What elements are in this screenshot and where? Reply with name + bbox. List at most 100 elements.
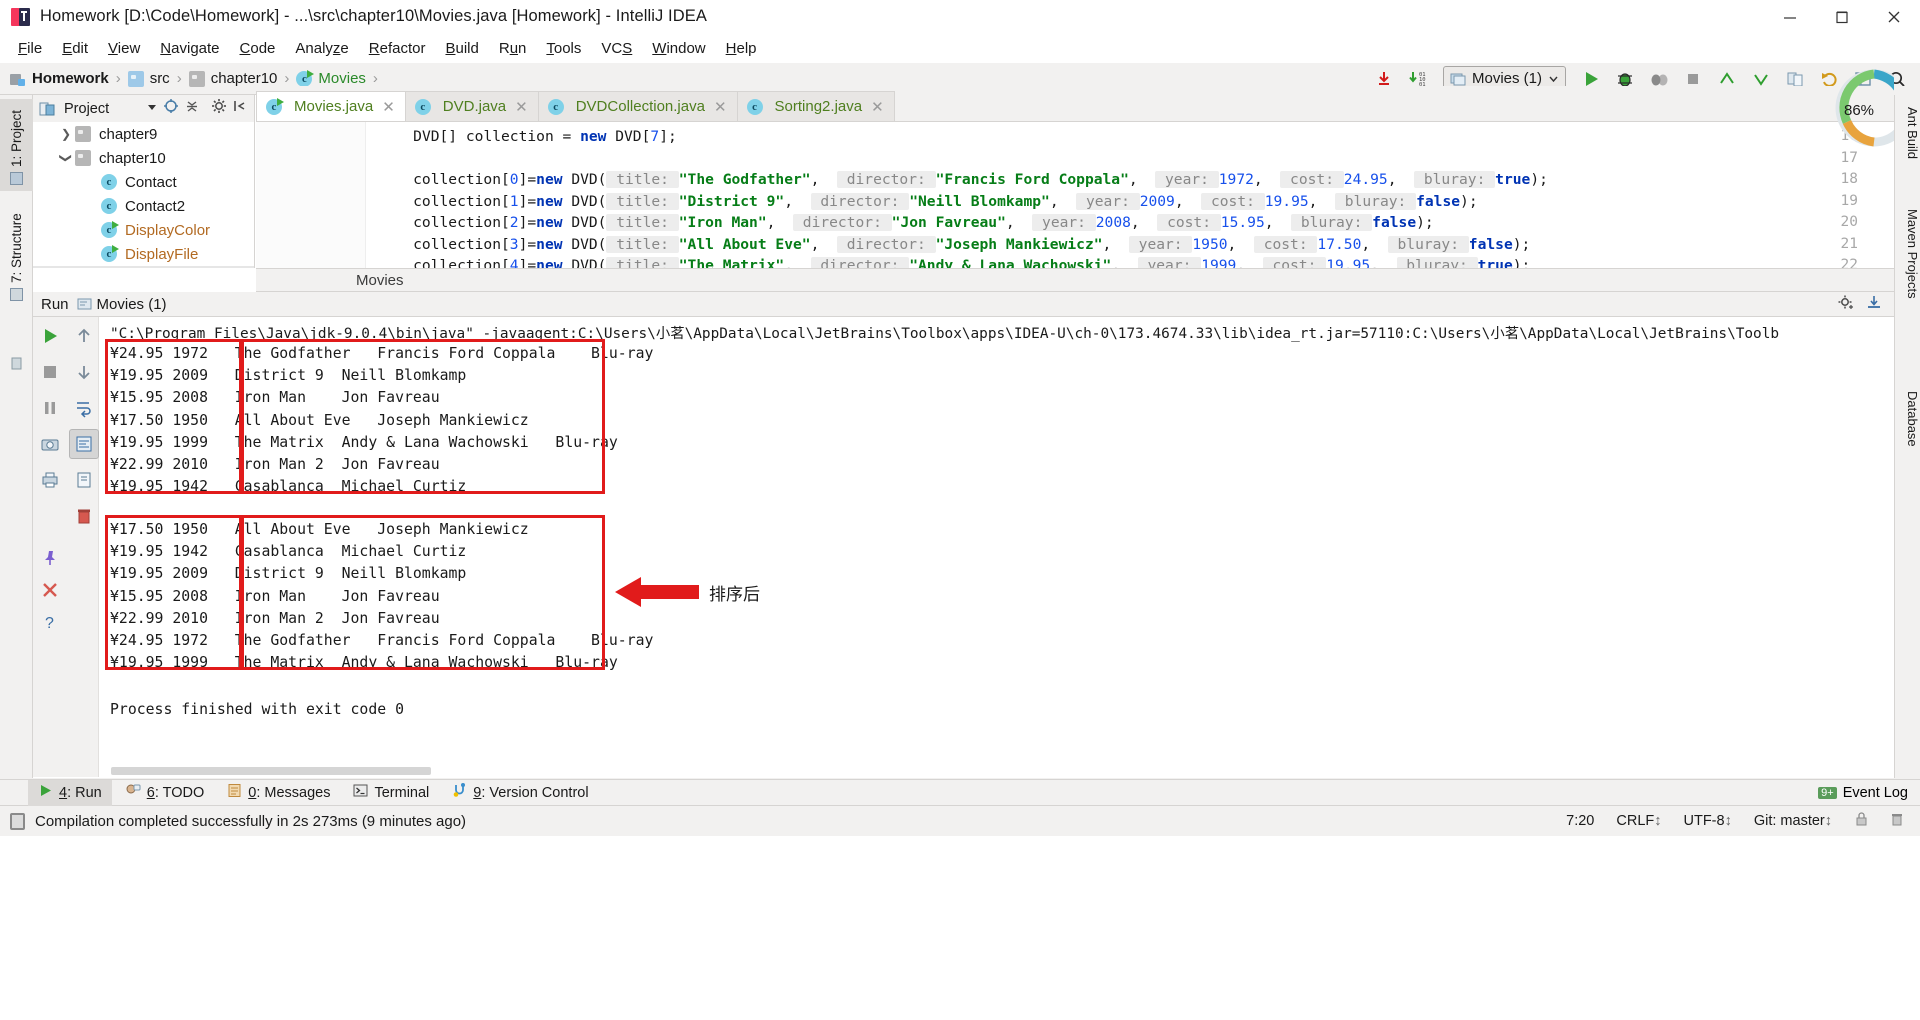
code-editor[interactable]: 16 17 18 19 20 21 22 DVD[] collection = new DV… (256, 122, 1920, 268)
project-tree[interactable]: ❯ chapter9 ❯ chapter10 c Contact c Contact2 c Dis… (33, 122, 255, 268)
chevron-down-icon[interactable]: ❯ (59, 149, 73, 167)
breadcrumb-item-movies[interactable]: c Movies (296, 70, 366, 87)
up-arrow-button[interactable] (69, 321, 99, 351)
menu-item-tools[interactable]: Tools (536, 37, 591, 61)
chevron-right-icon[interactable]: ❯ (57, 127, 75, 141)
soft-wrap-button[interactable] (69, 393, 99, 423)
print-button[interactable] (35, 465, 65, 495)
trash-icon[interactable] (1890, 811, 1904, 831)
folder-icon (75, 126, 91, 142)
bottom-tab-run[interactable]: 4: Run (28, 779, 112, 806)
editor-breadcrumb-label: Movies (356, 271, 404, 289)
file-encoding[interactable]: UTF-8↕ (1684, 813, 1732, 829)
bottom-tab-label: Terminal (374, 784, 430, 801)
tree-item-contact2[interactable]: c Contact2 (33, 194, 254, 218)
tree-item-chapter9[interactable]: ❯ chapter9 (33, 122, 254, 146)
tree-item-contact[interactable]: c Contact (33, 170, 254, 194)
bottom-tab-messages[interactable]: 0: Messages (217, 780, 340, 806)
minimize-button[interactable] (1764, 0, 1816, 34)
breadcrumb-item-src[interactable]: src (127, 70, 170, 87)
run-tab[interactable]: Movies (1) (77, 296, 167, 313)
gear-icon[interactable] (211, 98, 228, 119)
hide-icon[interactable] (1866, 294, 1882, 315)
breadcrumb-label: chapter10 (210, 70, 278, 87)
menu-item-file[interactable]: File (8, 37, 52, 61)
annotation-text: 排序后 (709, 585, 760, 605)
editor-breadcrumb-bar: Movies (256, 268, 1920, 292)
close-icon[interactable]: ✕ (871, 98, 884, 116)
down-arrow-button[interactable] (69, 357, 99, 387)
menu-item-window[interactable]: Window (642, 37, 715, 61)
locate-file-icon[interactable] (163, 98, 179, 119)
menu-item-refactor[interactable]: Refactor (359, 37, 436, 61)
git-branch[interactable]: Git: master↕ (1754, 813, 1832, 829)
stop-button[interactable] (35, 357, 65, 387)
status-bar: Compilation completed successfully in 2s… (0, 806, 1920, 836)
java-class-icon: c (101, 174, 117, 190)
menu-item-code[interactable]: Code (230, 37, 286, 61)
editor-tab-sorting2-java[interactable]: c Sorting2.java ✕ (736, 91, 895, 121)
close-button[interactable] (1868, 0, 1920, 34)
lock-icon[interactable] (1854, 811, 1868, 831)
bottom-tab-label: 4: Run (59, 784, 102, 801)
menu-item-run[interactable]: Run (489, 37, 537, 61)
scrollbar-thumb[interactable] (111, 767, 431, 775)
close-icon[interactable]: ✕ (714, 98, 727, 116)
menu-item-analyze[interactable]: Analyze (285, 37, 358, 61)
menu-item-help[interactable]: Help (716, 37, 767, 61)
caret-position[interactable]: 7:20 (1566, 813, 1594, 829)
editor-tab-dvd-java[interactable]: c DVD.java ✕ (404, 91, 539, 121)
code-line: collection[0]=new DVD( title: "The Godfa… (378, 171, 1548, 188)
console-horizontal-scrollbar[interactable] (99, 765, 1894, 777)
sidebar-item-favorites-top[interactable] (0, 317, 33, 377)
breadcrumb-item-chapter10[interactable]: chapter10 (188, 70, 278, 87)
close-icon[interactable]: ✕ (515, 98, 528, 116)
menu-item-navigate[interactable]: Navigate (150, 37, 229, 61)
trash-button[interactable] (69, 501, 99, 531)
rerun-button[interactable] (35, 321, 65, 351)
close-button[interactable] (35, 575, 65, 605)
sidebar-item-ant-build[interactable]: Ant Build (1894, 101, 1920, 165)
pause-button[interactable] (35, 393, 65, 423)
sidebar-item-maven-projects[interactable]: Maven Projects (1894, 203, 1920, 305)
line-separator[interactable]: CRLF↕ (1616, 813, 1661, 829)
module-icon (10, 71, 26, 87)
event-log-area[interactable]: 9+ Event Log (1818, 785, 1920, 801)
tree-item-displayfile[interactable]: c DisplayFile (33, 242, 254, 266)
bottom-tab-versioncontrol[interactable]: 9: Version Control (442, 780, 598, 806)
status-icon[interactable] (10, 812, 25, 830)
run-console[interactable]: "C:\Program Files\Java\jdk-9.0.4\bin\jav… (99, 317, 1894, 777)
gauge-value: 86% (1844, 102, 1875, 119)
editor-tab-dvdcollection-java[interactable]: c DVDCollection.java ✕ (537, 91, 738, 121)
sidebar-item-structure[interactable]: 7: Structure (0, 199, 33, 307)
sidebar-item-project[interactable]: 1: Project (0, 99, 33, 191)
project-view-icon (39, 102, 55, 115)
help-button[interactable]: ? (35, 607, 65, 637)
tree-item-dvd[interactable]: cDVD (33, 266, 254, 268)
memory-gauge-widget[interactable]: 86% (1798, 60, 1913, 156)
export-button[interactable] (69, 465, 99, 495)
run-icon (38, 783, 53, 802)
menu-item-vcs[interactable]: VCS (591, 37, 642, 61)
menu-item-view[interactable]: View (98, 37, 150, 61)
hide-panel-icon[interactable] (233, 99, 247, 118)
tree-item-chapter10[interactable]: ❯ chapter10 (33, 146, 254, 170)
editor-tab-movies-java[interactable]: c Movies.java ✕ (256, 91, 406, 121)
menu-item-build[interactable]: Build (435, 37, 488, 61)
pin-button[interactable] (35, 543, 65, 573)
bottom-tab-todo[interactable]: 6: TODO (115, 780, 215, 806)
scroll-to-end-button[interactable] (69, 429, 99, 459)
sidebar-item-database[interactable]: Database (1894, 385, 1920, 453)
code-line: collection[2]=new DVD( title: "Iron Man"… (378, 214, 1434, 231)
tree-item-displaycolor[interactable]: c DisplayColor (33, 218, 254, 242)
project-view-dropdown-icon[interactable] (146, 100, 158, 118)
camera-button[interactable] (35, 429, 65, 459)
bottom-tab-terminal[interactable]: Terminal (343, 780, 439, 806)
close-icon[interactable]: ✕ (382, 98, 395, 116)
collapse-all-icon[interactable] (184, 98, 200, 119)
code-text[interactable]: DVD[] collection = new DVD[7]; collectio… (378, 122, 1920, 268)
gear-icon[interactable] (1837, 294, 1854, 315)
maximize-button[interactable] (1816, 0, 1868, 34)
breadcrumb-item-homework[interactable]: Homework (10, 70, 109, 87)
menu-item-edit[interactable]: Edit (52, 37, 98, 61)
